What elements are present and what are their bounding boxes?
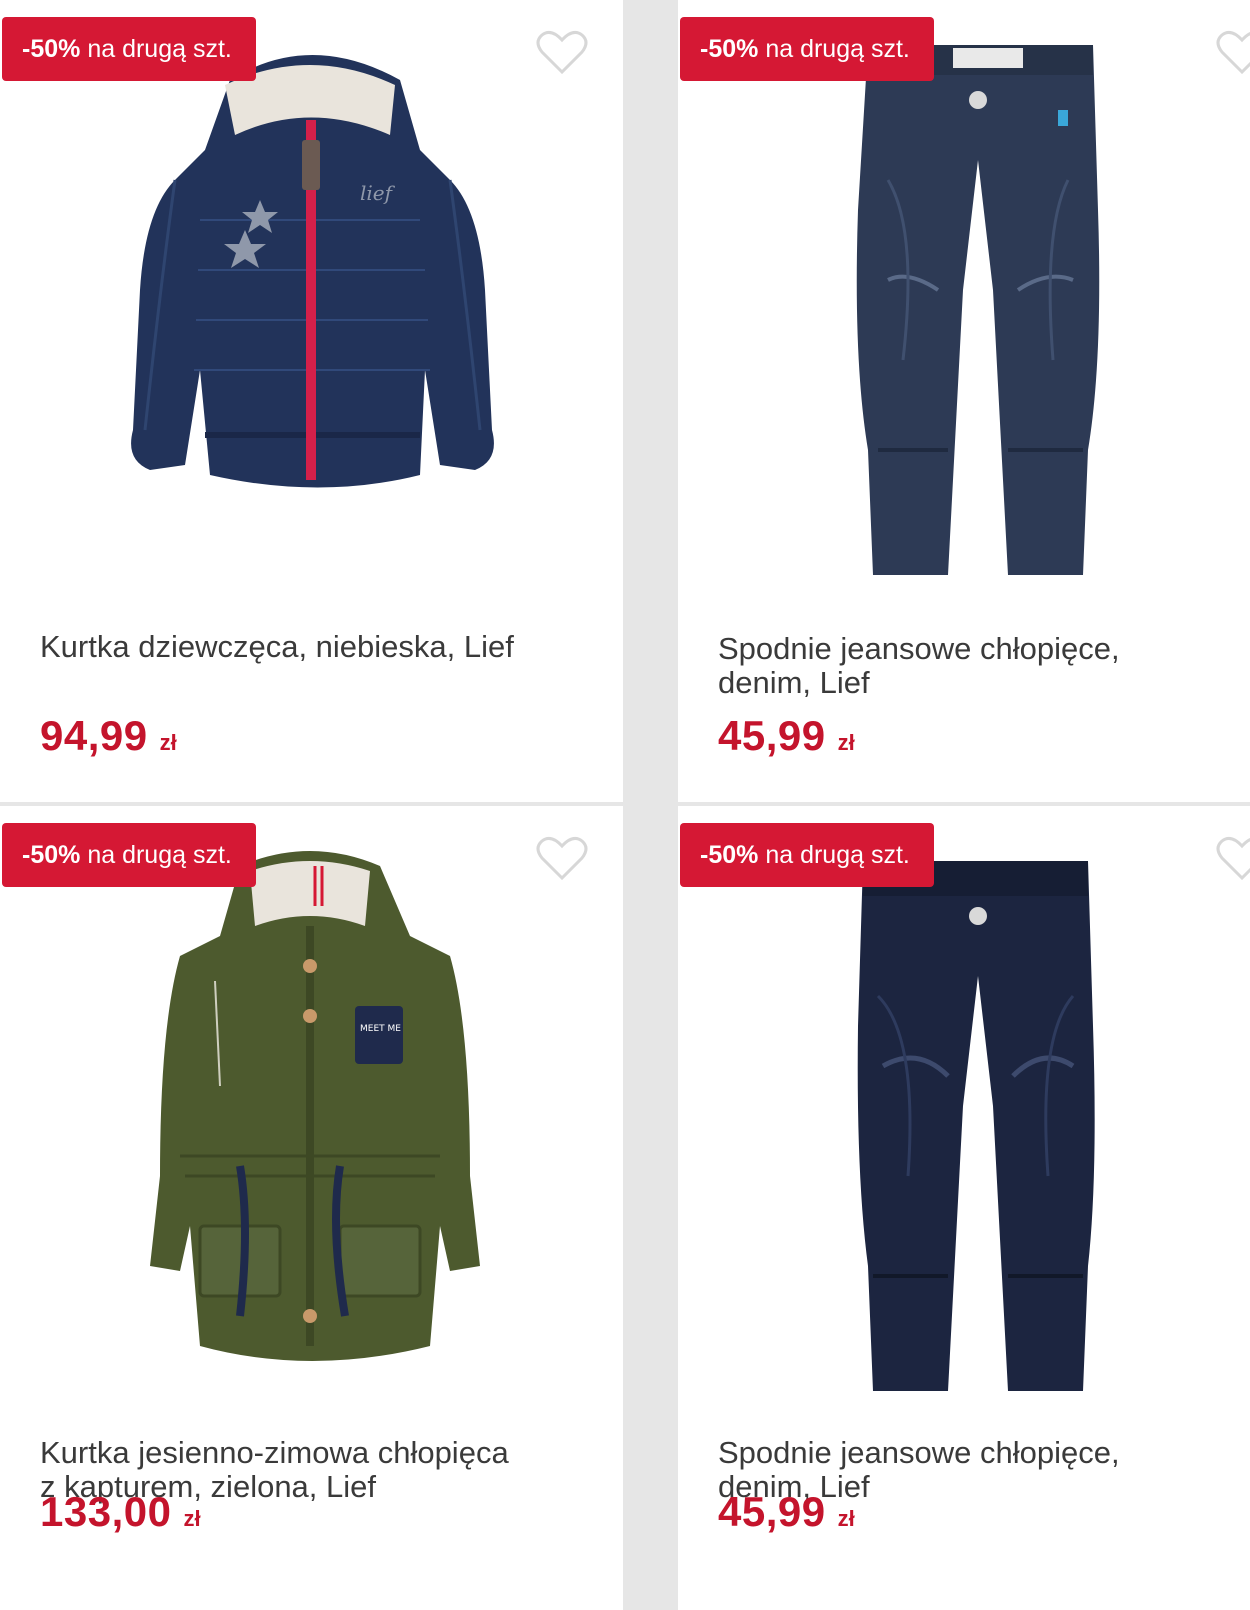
- product-card[interactable]: lief -50% na drugą szt. Kurtka dziewczęc…: [0, 0, 623, 802]
- green-parka-jacket-image[interactable]: MEET ME: [110, 846, 500, 1386]
- heart-icon[interactable]: [536, 836, 588, 882]
- heart-icon[interactable]: [536, 30, 588, 76]
- product-title[interactable]: Spodnie jeansowe chłopięce, denim, Lief: [718, 632, 1218, 700]
- product-card[interactable]: MEET ME -50% na drugą szt. Kurtka jesien…: [0, 806, 623, 1610]
- svg-text:MEET ME: MEET ME: [360, 1024, 401, 1034]
- discount-badge: -50% na drugą szt.: [680, 17, 934, 81]
- heart-icon[interactable]: [1216, 30, 1250, 76]
- product-price: 133,00 zł: [40, 1488, 201, 1535]
- svg-text:lief: lief: [360, 181, 396, 205]
- product-price: 45,99 zł: [718, 712, 855, 759]
- product-card[interactable]: -50% na drugą szt. Spodnie jeansowe chło…: [678, 0, 1250, 802]
- discount-badge: -50% na drugą szt.: [2, 823, 256, 887]
- product-title[interactable]: Kurtka dziewczęca, niebieska, Lief: [40, 630, 580, 664]
- product-price: 45,99 zł: [718, 1488, 855, 1535]
- product-price: 94,99 zł: [40, 712, 177, 759]
- product-grid: lief -50% na drugą szt. Kurtka dziewczęc…: [0, 0, 1250, 1610]
- discount-badge: -50% na drugą szt.: [680, 823, 934, 887]
- navy-puffer-jacket-image[interactable]: lief: [120, 40, 505, 500]
- dark-denim-jeans-image[interactable]: [848, 836, 1108, 1396]
- discount-badge: -50% na drugą szt.: [2, 17, 256, 81]
- product-card[interactable]: -50% na drugą szt. Spodnie jeansowe chło…: [678, 806, 1250, 1610]
- heart-icon[interactable]: [1216, 836, 1250, 882]
- light-denim-jeans-image[interactable]: [848, 30, 1108, 580]
